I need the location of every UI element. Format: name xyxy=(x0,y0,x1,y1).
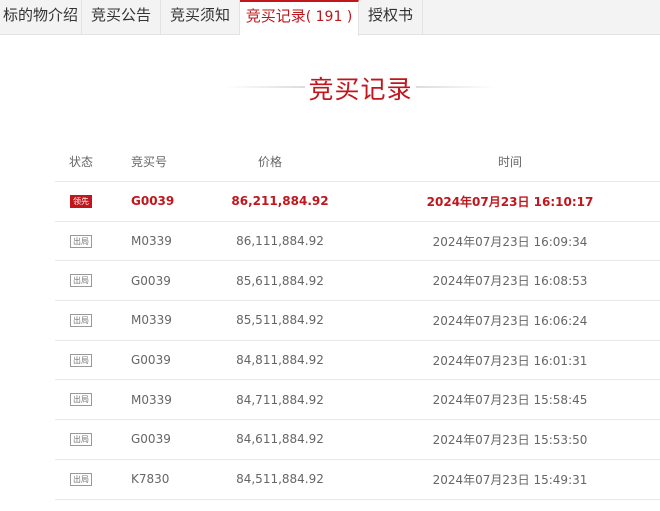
bid-code: G0039 xyxy=(131,194,175,209)
bid-time: 2024年07月23日 16:10:17 xyxy=(426,194,594,209)
table-row: 出局 K7830 84,511,884.92 2024年07月23日 15:49… xyxy=(55,460,660,500)
header-price: 价格 xyxy=(257,155,282,169)
status-badge: 出局 xyxy=(70,274,92,288)
bid-code: M0339 xyxy=(131,313,172,328)
title-divider-left xyxy=(225,86,305,88)
bid-code: G0039 xyxy=(131,273,171,288)
status-badge: 出局 xyxy=(70,432,92,446)
status-badge: 领先 xyxy=(70,194,92,208)
bid-records-table: 状态 竞买号 价格 时间 领先 G0039 86,211,884.92 2024… xyxy=(55,142,660,500)
bid-code: K7830 xyxy=(131,472,170,487)
bid-time: 2024年07月23日 15:53:50 xyxy=(432,432,588,447)
bid-time: 2024年07月23日 16:06:24 xyxy=(432,313,588,328)
bid-time: 2024年07月23日 15:58:45 xyxy=(432,393,588,408)
bid-code: M0339 xyxy=(131,234,172,249)
tab-label: 竞买须知 xyxy=(169,6,230,24)
bid-price: 84,711,884.92 xyxy=(236,392,324,407)
bid-code: G0039 xyxy=(131,432,171,447)
bid-time: 2024年07月23日 16:08:53 xyxy=(432,274,588,289)
section-title: 竞买记录 xyxy=(308,75,413,104)
table-row: 出局 M0339 84,711,884.92 2024年07月23日 15:58… xyxy=(55,380,660,421)
bid-price: 85,511,884.92 xyxy=(236,313,324,328)
status-badge: 出局 xyxy=(70,353,92,367)
tab-label: 竞买公告 xyxy=(90,6,151,24)
tab-bid-records[interactable]: 竞买记录( 191 ) xyxy=(240,0,359,36)
tab-label: 标的物介绍 xyxy=(2,6,78,24)
bid-price: 86,211,884.92 xyxy=(231,194,329,209)
bid-code: M0339 xyxy=(131,392,172,407)
bid-time: 2024年07月23日 16:09:34 xyxy=(432,234,588,249)
table-row: 领先 G0039 86,211,884.92 2024年07月23日 16:10… xyxy=(55,182,660,222)
table-header: 状态 竞买号 价格 时间 xyxy=(55,142,660,182)
bid-price: 86,111,884.92 xyxy=(236,234,324,249)
tab-label: 竞买记录 xyxy=(245,7,306,25)
tab-auction-rules[interactable]: 竞买须知 xyxy=(161,0,240,35)
tab-item-intro[interactable]: 标的物介绍 xyxy=(0,0,82,35)
bid-time: 2024年07月23日 16:01:31 xyxy=(432,353,588,368)
header-code: 竞买号 xyxy=(131,155,168,169)
header-time: 时间 xyxy=(497,155,522,169)
table-row: 出局 G0039 85,611,884.92 2024年07月23日 16:08… xyxy=(55,261,660,302)
header-status: 状态 xyxy=(68,155,93,169)
bid-price: 84,611,884.92 xyxy=(236,432,324,447)
tab-count: ( 191 ) xyxy=(305,9,353,25)
bid-price: 85,611,884.92 xyxy=(236,273,324,288)
section-heading: 竞买记录 xyxy=(0,70,660,104)
bid-code: G0039 xyxy=(131,353,171,368)
status-badge: 出局 xyxy=(70,393,92,407)
status-badge: 出局 xyxy=(70,313,92,327)
status-badge: 出局 xyxy=(70,472,92,486)
bid-price: 84,811,884.92 xyxy=(236,353,324,368)
bid-time: 2024年07月23日 15:49:31 xyxy=(432,472,588,487)
tab-authorization[interactable]: 授权书 xyxy=(359,0,423,35)
bid-price: 84,511,884.92 xyxy=(236,472,324,487)
table-row: 出局 M0339 86,111,884.92 2024年07月23日 16:09… xyxy=(55,222,660,262)
table-row: 出局 G0039 84,811,884.92 2024年07月23日 16:01… xyxy=(55,341,660,381)
tab-label: 授权书 xyxy=(367,6,413,24)
table-row: 出局 M0339 85,511,884.92 2024年07月23日 16:06… xyxy=(55,301,660,341)
title-divider-right xyxy=(416,86,496,88)
table-row: 出局 G0039 84,611,884.92 2024年07月23日 15:53… xyxy=(55,420,660,460)
status-badge: 出局 xyxy=(70,234,92,248)
tab-bar: 标的物介绍 竞买公告 竞买须知 竞买记录( 191 ) 授权书 xyxy=(0,0,660,36)
tab-auction-notice[interactable]: 竞买公告 xyxy=(82,0,161,35)
